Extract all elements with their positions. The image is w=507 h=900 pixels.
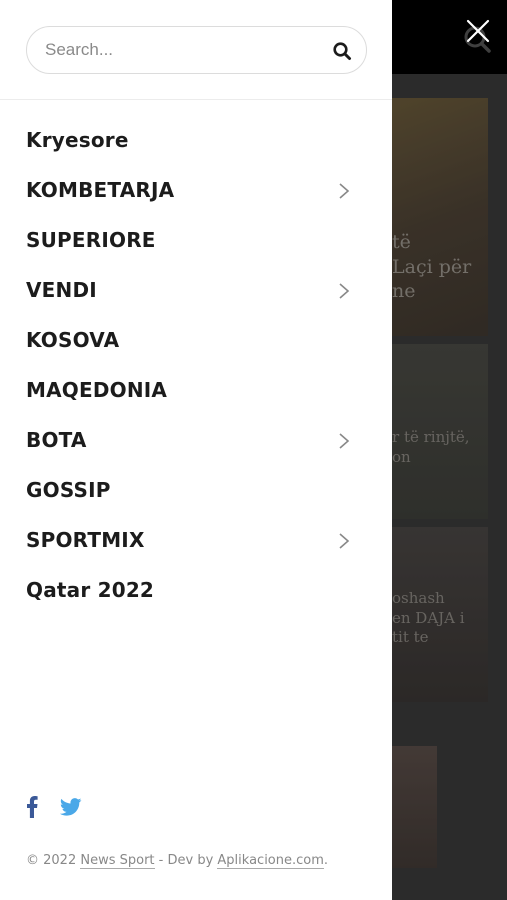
menu-item-kombetarja[interactable]: KOMBETARJA [0, 165, 392, 215]
facebook-link[interactable] [26, 796, 38, 822]
developer-link[interactable]: Aplikacione.com [217, 853, 324, 869]
menu-item-kryesore[interactable]: Kryesore [0, 115, 392, 165]
footer-prefix: © 2022 [26, 853, 81, 868]
search-icon[interactable] [332, 41, 352, 61]
search-input[interactable] [45, 27, 325, 73]
menu-item-kosova[interactable]: KOSOVA [0, 315, 392, 365]
menu-item-label: Kryesore [26, 128, 129, 152]
menu-item-label: KOSOVA [26, 328, 120, 352]
menu-item-label: BOTA [26, 428, 87, 452]
chevron-right-icon[interactable] [336, 432, 352, 450]
footer-middle: - Dev by [154, 853, 218, 868]
divider [0, 99, 392, 100]
footer-suffix: . [323, 853, 329, 868]
menu-item-bota[interactable]: BOTA [0, 415, 392, 465]
menu-item-label: SUPERIORE [26, 228, 156, 252]
facebook-icon [27, 796, 38, 818]
menu-item-label: SPORTMIX [26, 528, 145, 552]
menu-item-label: KOMBETARJA [26, 178, 175, 202]
chevron-right-icon[interactable] [336, 282, 352, 300]
social-links [26, 796, 82, 822]
search-box [26, 26, 367, 74]
twitter-icon [59, 798, 82, 816]
menu-item-gossip[interactable]: GOSSIP [0, 465, 392, 515]
chevron-right-icon[interactable] [336, 532, 352, 550]
footer-copyright: © 2022 News Sport - Dev by Aplikacione.c… [26, 853, 329, 869]
menu-item-sportmix[interactable]: SPORTMIX [0, 515, 392, 565]
menu-item-maqedonia[interactable]: MAQEDONIA [0, 365, 392, 415]
close-icon[interactable] [465, 18, 491, 44]
menu-item-label: VENDI [26, 278, 97, 302]
menu-item-label: GOSSIP [26, 478, 111, 502]
site-link[interactable]: News Sport [80, 853, 155, 869]
twitter-link[interactable] [59, 798, 82, 820]
side-drawer: Kryesore KOMBETARJA SUPERIORE VENDI KOSO… [0, 0, 392, 900]
menu-item-label: Qatar 2022 [26, 578, 155, 602]
menu-item-superiore[interactable]: SUPERIORE [0, 215, 392, 265]
menu-item-qatar-2022[interactable]: Qatar 2022 [0, 565, 392, 615]
drawer-overlay[interactable] [392, 0, 507, 900]
nav-menu: Kryesore KOMBETARJA SUPERIORE VENDI KOSO… [0, 115, 392, 615]
menu-item-label: MAQEDONIA [26, 378, 168, 402]
menu-item-vendi[interactable]: VENDI [0, 265, 392, 315]
chevron-right-icon[interactable] [336, 182, 352, 200]
